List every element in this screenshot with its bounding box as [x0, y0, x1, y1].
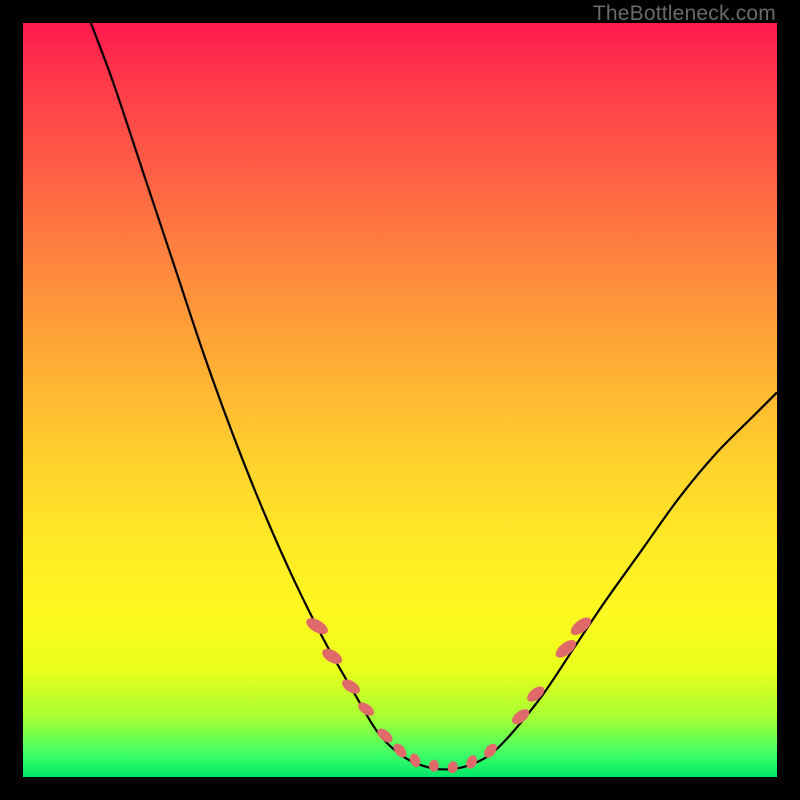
curve-marker — [482, 741, 500, 760]
curve-marker — [553, 637, 579, 661]
curve-markers — [304, 614, 594, 774]
watermark-text: TheBottleneck.com — [593, 2, 776, 26]
chart-plot-area — [23, 23, 777, 777]
chart-frame: TheBottleneck.com — [0, 0, 800, 800]
curve-marker — [408, 752, 422, 769]
curve-marker — [304, 615, 331, 637]
curve-marker — [340, 677, 363, 697]
chart-svg — [23, 23, 777, 777]
curve-marker — [429, 760, 439, 772]
curve-marker — [568, 614, 594, 638]
curve-marker — [447, 760, 459, 774]
curve-marker — [320, 646, 345, 667]
bottleneck-curve — [91, 23, 777, 769]
